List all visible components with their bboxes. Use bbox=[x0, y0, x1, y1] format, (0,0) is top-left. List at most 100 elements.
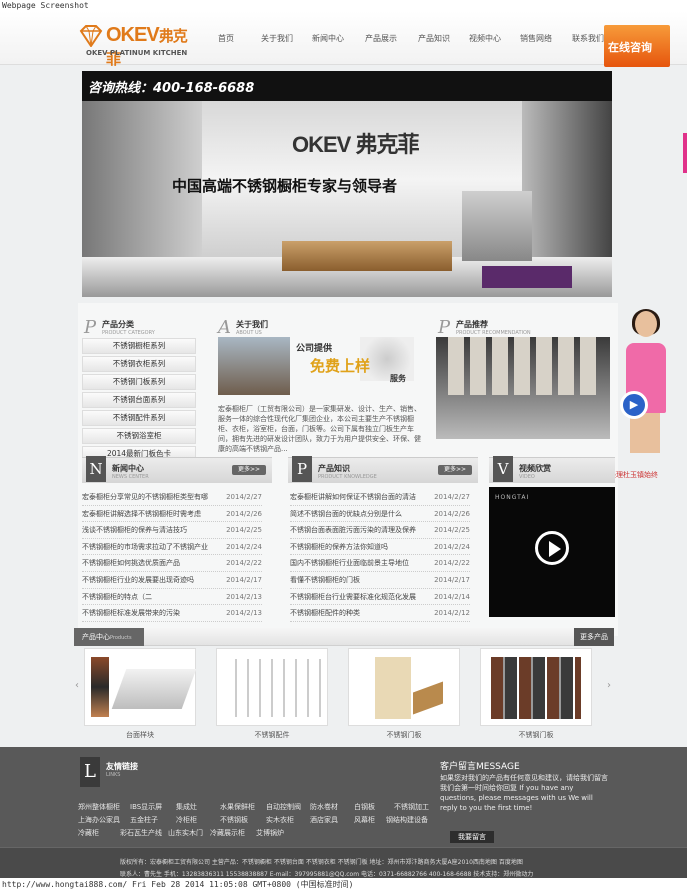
knowledge-row[interactable]: 简述不锈钢台面的优缺点分别是什么 2014/2/26 bbox=[290, 506, 470, 523]
news-row[interactable]: 不锈钢橱柜如何挑选优质面产品 2014/2/22 bbox=[82, 555, 262, 572]
leave-message-button[interactable]: 我要留言 bbox=[450, 831, 494, 843]
knowledge-title-text: 简述不锈钢台面的优缺点分别是什么 bbox=[290, 509, 402, 518]
category-item[interactable]: 不锈钢衣柜系列 bbox=[82, 356, 196, 372]
nav-news[interactable]: 新闻中心 bbox=[312, 33, 344, 44]
about-photo[interactable] bbox=[218, 337, 290, 395]
knowledge-row[interactable]: 不锈钢台面表面脏污面污染的清理及保养 2014/2/25 bbox=[290, 522, 470, 539]
capture-header-label: Webpage Screenshot bbox=[2, 1, 89, 10]
news-row[interactable]: 宏泰橱柜讲解选择不锈钢橱柜时需考虑 2014/2/26 bbox=[82, 506, 262, 523]
spokesperson-figure[interactable] bbox=[616, 309, 686, 461]
spokesperson-play-icon[interactable]: ▶ bbox=[620, 391, 648, 419]
friend-link[interactable]: 集成灶 bbox=[176, 802, 197, 812]
friend-link[interactable]: 冷藏展示柜 bbox=[210, 828, 245, 838]
nav-sales[interactable]: 销售网络 bbox=[520, 33, 552, 44]
news-row[interactable]: 不锈钢橱柜的市场需求拉动了不锈钢产业 2014/2/24 bbox=[82, 539, 262, 556]
play-icon[interactable] bbox=[535, 531, 569, 565]
category-item[interactable]: 不锈钢橱柜系列 bbox=[82, 338, 196, 354]
friend-link[interactable]: 不锈钢板 bbox=[220, 815, 248, 825]
friend-link[interactable]: 不锈钢加工 bbox=[394, 802, 429, 812]
product-caption: 不锈钢门板 bbox=[386, 731, 422, 739]
news-row[interactable]: 不锈钢橱柜行业的发展要出现奇迹吗 2014/2/17 bbox=[82, 572, 262, 589]
nav-products[interactable]: 产品展示 bbox=[365, 33, 397, 44]
friend-link[interactable]: 郑州整体橱柜 bbox=[78, 802, 120, 812]
news-title-text: 宏泰橱柜分享常见的不锈钢橱柜类型有哪 bbox=[82, 493, 208, 501]
news-letter-icon: N bbox=[86, 456, 106, 482]
nav-contact[interactable]: 联系我们 bbox=[572, 33, 604, 44]
about-promo-highlight: 免费上样 bbox=[310, 357, 371, 375]
categories-title: 产品分类 bbox=[102, 320, 134, 329]
news-row[interactable]: 不锈钢橱柜的特点（二 2014/2/13 bbox=[82, 589, 262, 606]
friend-link[interactable]: 上海办公家具 bbox=[78, 815, 120, 825]
news-row[interactable]: 不锈钢橱柜标准发展带来的污染 2014/2/13 bbox=[82, 605, 262, 622]
friend-link[interactable]: 风幕柜 bbox=[354, 815, 375, 825]
knowledge-date: 2014/2/27 bbox=[434, 493, 470, 501]
knowledge-letter-icon: P bbox=[292, 456, 312, 482]
nav-about[interactable]: 关于我们 bbox=[261, 33, 293, 44]
knowledge-row[interactable]: 宏泰橱柜讲解如何保证不锈钢台面的清洁 2014/2/27 bbox=[290, 489, 470, 506]
video-subtitle: VIDEO bbox=[519, 474, 535, 480]
carousel-next-icon[interactable]: › bbox=[606, 674, 612, 698]
site-logo[interactable]: OKEV弗克菲 OKEV PLATINUM KITCHEN bbox=[78, 23, 198, 68]
video-heading: V 视频欣赏 VIDEO bbox=[489, 456, 615, 483]
video-player[interactable]: HONGTAI bbox=[489, 487, 615, 617]
nav-video[interactable]: 视频中心 bbox=[469, 33, 501, 44]
nav-knowledge[interactable]: 产品知识 bbox=[418, 33, 450, 44]
knowledge-date: 2014/2/14 bbox=[434, 592, 470, 601]
news-date: 2014/2/22 bbox=[226, 559, 262, 568]
friend-link[interactable]: 艾博锅炉 bbox=[256, 828, 284, 838]
box-sample bbox=[413, 681, 443, 715]
friend-link[interactable]: 水果保鲜柜 bbox=[220, 802, 255, 812]
more-products-button[interactable]: 更多产品 bbox=[574, 628, 614, 646]
product-card[interactable] bbox=[84, 648, 197, 726]
friend-link[interactable]: 五金柱子 bbox=[130, 815, 158, 825]
knowledge-row[interactable]: 看懂不锈钢橱柜的门板 2014/2/17 bbox=[290, 572, 470, 589]
friend-link[interactable]: 钢结构建设备 bbox=[386, 815, 428, 825]
news-row[interactable]: 宏泰橱柜分享常见的不锈钢橱柜类型有哪 2014/2/27 bbox=[82, 489, 262, 506]
knowledge-row[interactable]: 不锈钢橱柜的保养方法你知道吗 2014/2/24 bbox=[290, 539, 470, 556]
knowledge-title-text: 看懂不锈钢橱柜的门板 bbox=[290, 575, 360, 584]
friend-link[interactable]: 冷柜柜 bbox=[176, 815, 197, 825]
hero-banner[interactable]: 咨询热线：400-168-6688 OKEV 弗克菲 中国高端不锈钢橱柜专家与领… bbox=[82, 71, 612, 297]
footer-info: 版权所有：宏泰橱柜工贸有限公司 主营产品：不锈钢橱柜 不锈钢台面 不锈钢衣柜 不… bbox=[0, 847, 687, 878]
news-date: 2014/2/27 bbox=[226, 493, 262, 501]
friend-link[interactable]: 彩石瓦生产线 bbox=[120, 828, 162, 838]
knowledge-title-text: 不锈钢台面表面脏污面污染的清理及保养 bbox=[290, 526, 416, 535]
countertop-sample bbox=[111, 669, 197, 709]
product-card[interactable] bbox=[348, 648, 460, 726]
about-promo-line3: 服务 bbox=[390, 374, 406, 383]
categories-letter-icon: P bbox=[84, 317, 97, 338]
friend-link[interactable]: 冷藏柜 bbox=[78, 828, 99, 838]
friend-link[interactable]: 防水卷材 bbox=[310, 802, 338, 812]
product-card[interactable] bbox=[480, 648, 592, 726]
product-carousel: ‹ 台面样块 不锈钢配件 不锈钢门板 不锈钢门板 › bbox=[74, 646, 614, 746]
category-item[interactable]: 不锈钢浴室柜 bbox=[82, 428, 196, 444]
friend-link[interactable]: 白钢板 bbox=[354, 802, 375, 812]
knowledge-row[interactable]: 国内不锈钢橱柜行业面临前景主导地位 2014/2/22 bbox=[290, 555, 470, 572]
friend-link[interactable]: 山东实木门 bbox=[168, 828, 203, 838]
news-more-button[interactable]: 更多>> bbox=[232, 465, 266, 475]
friend-link[interactable]: 酒店家具 bbox=[310, 815, 338, 825]
nav-home[interactable]: 首页 bbox=[218, 33, 234, 44]
news-row[interactable]: 浅谈不锈钢橱柜的保养与清洁技巧 2014/2/25 bbox=[82, 522, 262, 539]
news-date: 2014/2/13 bbox=[226, 592, 262, 601]
logo-brand-text: OKEV弗克菲 bbox=[106, 24, 188, 68]
category-item[interactable]: 不锈钢台面系列 bbox=[82, 392, 196, 408]
online-consult-button[interactable]: 在线咨询 bbox=[604, 25, 670, 67]
knowledge-more-button[interactable]: 更多>> bbox=[438, 465, 472, 475]
friend-link[interactable]: IBS显示屏 bbox=[130, 802, 162, 812]
knowledge-title: 产品知识 bbox=[318, 464, 350, 473]
category-item[interactable]: 不锈钢配件系列 bbox=[82, 410, 196, 426]
side-float-tab[interactable] bbox=[683, 133, 687, 173]
spokesperson-legs bbox=[630, 413, 660, 453]
knowledge-row[interactable]: 不锈钢橱柜台行业需要标准化规范化发展 2014/2/14 bbox=[290, 589, 470, 606]
friend-link[interactable]: 实木衣柜 bbox=[266, 815, 294, 825]
friend-link[interactable]: 自动控制阀 bbox=[266, 802, 301, 812]
carousel-prev-icon[interactable]: ‹ bbox=[74, 674, 80, 698]
knowledge-row[interactable]: 不锈钢橱柜配件的种类 2014/2/12 bbox=[290, 605, 470, 622]
showroom-cabinet bbox=[462, 191, 532, 261]
recommend-photo[interactable] bbox=[436, 337, 610, 439]
product-card[interactable] bbox=[216, 648, 328, 726]
news-date: 2014/2/25 bbox=[226, 526, 262, 535]
category-item[interactable]: 不锈钢门板系列 bbox=[82, 374, 196, 390]
photo-panel bbox=[470, 337, 486, 395]
